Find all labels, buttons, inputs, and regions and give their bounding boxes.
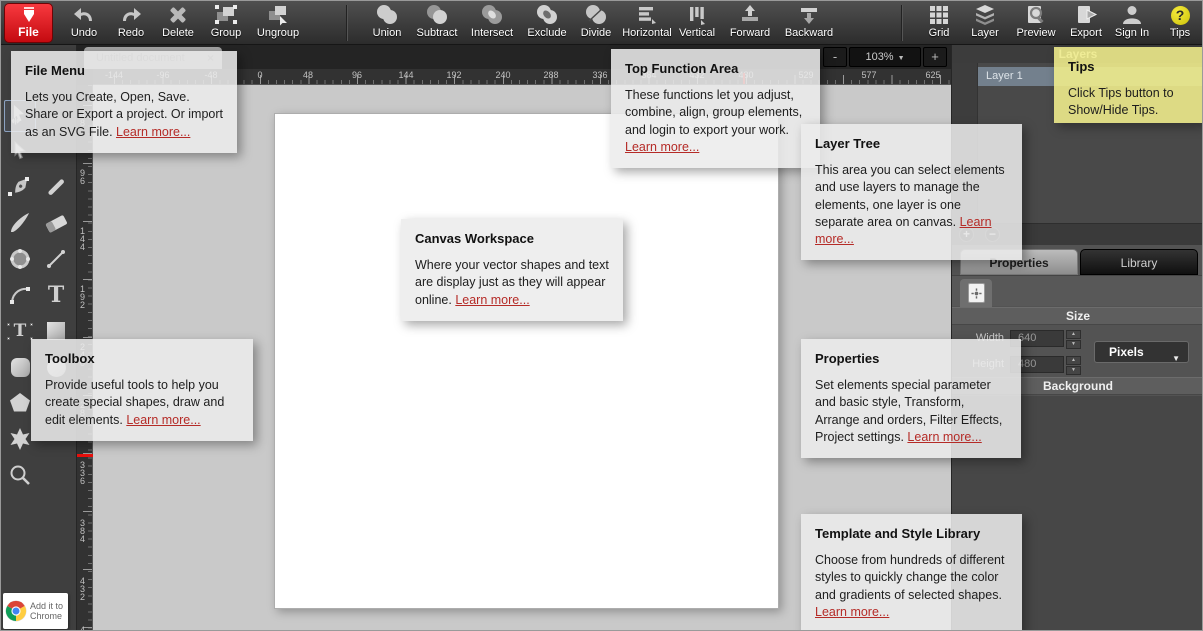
height-decrement-button[interactable]: ▼ — [1066, 366, 1081, 375]
badge-line1: Add it to — [30, 601, 64, 611]
width-decrement-button[interactable]: ▼ — [1066, 340, 1081, 349]
group-icon — [197, 3, 255, 27]
badge-line2: Chrome — [30, 611, 63, 621]
backward-arrow-icon — [780, 3, 838, 27]
chevron-down-icon: ▼ — [897, 55, 905, 62]
cursor-y-marker — [77, 454, 93, 457]
marker-pen-icon — [5, 4, 52, 25]
zoom-level-select[interactable]: 103% ▼ — [849, 47, 921, 67]
intersect-circles-icon — [463, 3, 521, 27]
tips-button[interactable]: ? Tips — [1151, 3, 1202, 43]
ungroup-icon — [249, 3, 307, 27]
tooltip-toolbox: Toolbox Provide useful tools to help you… — [31, 339, 253, 441]
subtract-button[interactable]: Subtract — [408, 3, 466, 43]
learn-more-link[interactable]: Learn more... — [455, 293, 529, 307]
text-tool[interactable]: T — [40, 279, 72, 311]
bring-forward-button[interactable]: Forward — [721, 3, 779, 43]
learn-more-link[interactable]: Learn more... — [907, 430, 981, 444]
width-stepper: ▲ ▼ — [1066, 330, 1081, 349]
group-button[interactable]: Group — [197, 3, 255, 43]
brush-tool[interactable] — [4, 207, 36, 239]
send-backward-button[interactable]: Backward — [780, 3, 838, 43]
vertical-align-icon — [668, 3, 726, 27]
zoom-control: - 103% ▼ + — [823, 47, 947, 67]
pen-tool[interactable] — [4, 171, 36, 203]
ungroup-button[interactable]: Ungroup — [249, 3, 307, 43]
tips-question-icon: ? — [1151, 3, 1202, 27]
width-increment-button[interactable]: ▲ — [1066, 330, 1081, 339]
tooltip-template-library: Template and Style Library Choose from h… — [801, 514, 1022, 630]
zoom-out-button[interactable]: - — [823, 47, 847, 67]
pencil-tool[interactable] — [40, 171, 72, 203]
intersect-button[interactable]: Intersect — [463, 3, 521, 43]
app-window: File Undo Redo Delete Group Ungroup Unio… — [0, 0, 1203, 631]
tooltip-top-function-area: Top Function Area These functions let yo… — [611, 49, 820, 168]
subtract-circles-icon — [408, 3, 466, 27]
chrome-logo-icon — [5, 600, 27, 622]
tooltip-file-menu: File Menu Lets you Create, Open, Save. S… — [11, 51, 237, 153]
properties-subtabs — [952, 275, 1202, 307]
align-vertical-button[interactable]: Vertical — [668, 3, 726, 43]
tooltip-layer-tree: Layer Tree This area you can select elem… — [801, 124, 1022, 261]
units-dropdown[interactable]: Pixels ▼ — [1094, 341, 1189, 363]
height-increment-button[interactable]: ▲ — [1066, 356, 1081, 365]
toolbar-separator — [901, 5, 902, 41]
tooltip-properties: Properties Set elements special paramete… — [801, 339, 1021, 458]
tooltip-canvas-workspace: Canvas Workspace Where your vector shape… — [401, 219, 623, 321]
canvas-page[interactable] — [274, 113, 779, 609]
tooltip-tips: Tips Click Tips button to Show/Hide Tips… — [1054, 47, 1202, 123]
forward-arrow-icon — [721, 3, 779, 27]
size-section-header: Size — [952, 307, 1202, 325]
layer-button[interactable]: Layer — [956, 3, 1014, 43]
ellipse-path-tool[interactable] — [4, 243, 36, 275]
file-menu-label: File — [18, 25, 39, 39]
divide-circles-icon — [567, 3, 625, 27]
add-to-chrome-badge[interactable]: Add it to Chrome — [3, 593, 68, 629]
learn-more-link[interactable]: Learn more... — [116, 125, 190, 139]
project-settings-subtab[interactable] — [960, 279, 992, 307]
layer-name: Layer 1 — [986, 70, 1023, 82]
arc-tool[interactable] — [4, 279, 36, 311]
tab-library[interactable]: Library — [1080, 249, 1198, 275]
learn-more-link[interactable]: Learn more... — [126, 413, 200, 427]
learn-more-link[interactable]: Learn more... — [815, 605, 889, 619]
top-toolbar: File Undo Redo Delete Group Ungroup Unio… — [1, 1, 1202, 45]
line-tool[interactable] — [40, 243, 72, 275]
learn-more-link[interactable]: Learn more... — [625, 140, 699, 154]
eraser-tool[interactable] — [40, 207, 72, 239]
zoom-in-button[interactable]: + — [923, 47, 947, 67]
chevron-down-icon: ▼ — [1172, 354, 1180, 363]
layers-stack-icon — [956, 3, 1014, 27]
divide-button[interactable]: Divide — [567, 3, 625, 43]
height-stepper: ▲ ▼ — [1066, 356, 1081, 375]
zoom-tool[interactable] — [4, 459, 36, 491]
toolbar-separator — [346, 5, 347, 41]
file-menu-button[interactable]: File — [4, 3, 53, 43]
settings-document-icon — [967, 283, 985, 303]
